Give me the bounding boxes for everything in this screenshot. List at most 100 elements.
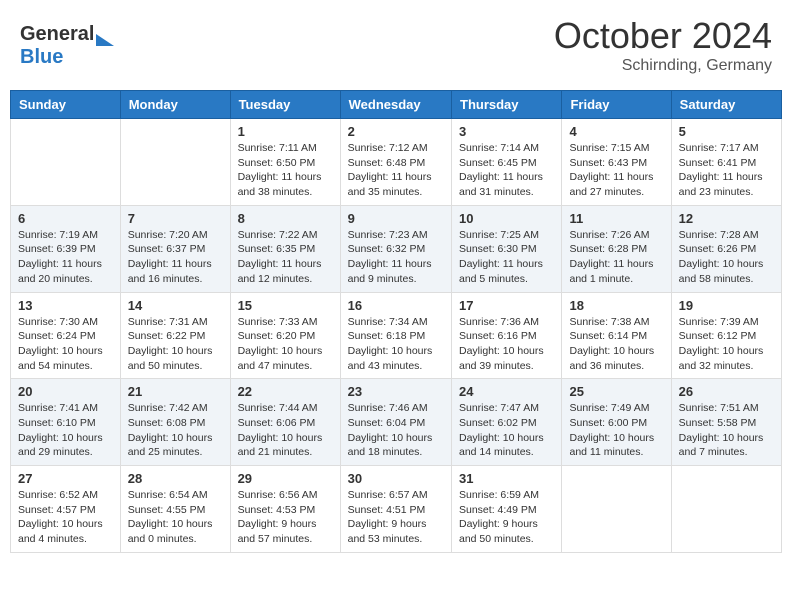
day-number: 26 [679,384,774,399]
title-block: October 2024 Schirnding, Germany [554,15,772,75]
table-row: 21 Sunrise: 7:42 AMSunset: 6:08 PMDaylig… [120,379,230,466]
table-row: 31 Sunrise: 6:59 AMSunset: 4:49 PMDaylig… [452,466,562,553]
calendar-week-row: 6 Sunrise: 7:19 AMSunset: 6:39 PMDayligh… [11,205,782,292]
day-number: 4 [569,124,663,139]
day-number: 30 [348,471,444,486]
table-row: 19 Sunrise: 7:39 AMSunset: 6:12 PMDaylig… [671,292,781,379]
day-info: Sunrise: 7:26 AMSunset: 6:28 PMDaylight:… [569,229,653,285]
day-info: Sunrise: 7:49 AMSunset: 6:00 PMDaylight:… [569,402,654,458]
table-row: 24 Sunrise: 7:47 AMSunset: 6:02 PMDaylig… [452,379,562,466]
month-title: October 2024 [554,15,772,57]
day-info: Sunrise: 7:11 AMSunset: 6:50 PMDaylight:… [238,142,322,198]
calendar-header-row: Sunday Monday Tuesday Wednesday Thursday… [11,91,782,119]
table-row [11,119,121,206]
day-info: Sunrise: 7:38 AMSunset: 6:14 PMDaylight:… [569,316,654,372]
logo-blue: Blue [20,46,63,69]
table-row: 3 Sunrise: 7:14 AMSunset: 6:45 PMDayligh… [452,119,562,206]
day-info: Sunrise: 6:52 AMSunset: 4:57 PMDaylight:… [18,489,103,545]
table-row: 25 Sunrise: 7:49 AMSunset: 6:00 PMDaylig… [562,379,671,466]
day-info: Sunrise: 7:51 AMSunset: 5:58 PMDaylight:… [679,402,764,458]
table-row: 13 Sunrise: 7:30 AMSunset: 6:24 PMDaylig… [11,292,121,379]
day-number: 6 [18,211,113,226]
header: General Blue October 2024 Schirnding, Ge… [10,10,782,80]
table-row: 16 Sunrise: 7:34 AMSunset: 6:18 PMDaylig… [340,292,451,379]
day-number: 3 [459,124,554,139]
day-number: 23 [348,384,444,399]
table-row: 28 Sunrise: 6:54 AMSunset: 4:55 PMDaylig… [120,466,230,553]
logo: General Blue [20,15,114,69]
day-info: Sunrise: 7:25 AMSunset: 6:30 PMDaylight:… [459,229,543,285]
day-info: Sunrise: 7:34 AMSunset: 6:18 PMDaylight:… [348,316,433,372]
col-monday: Monday [120,91,230,119]
day-number: 16 [348,298,444,313]
logo-general: General [20,23,94,46]
day-number: 20 [18,384,113,399]
day-info: Sunrise: 6:57 AMSunset: 4:51 PMDaylight:… [348,489,428,545]
table-row: 18 Sunrise: 7:38 AMSunset: 6:14 PMDaylig… [562,292,671,379]
day-number: 21 [128,384,223,399]
day-number: 27 [18,471,113,486]
col-wednesday: Wednesday [340,91,451,119]
day-info: Sunrise: 7:44 AMSunset: 6:06 PMDaylight:… [238,402,323,458]
day-info: Sunrise: 7:23 AMSunset: 6:32 PMDaylight:… [348,229,432,285]
table-row: 8 Sunrise: 7:22 AMSunset: 6:35 PMDayligh… [230,205,340,292]
location: Schirnding, Germany [554,57,772,75]
table-row [671,466,781,553]
day-number: 1 [238,124,333,139]
col-friday: Friday [562,91,671,119]
logo-arrow-icon [96,34,114,46]
table-row: 12 Sunrise: 7:28 AMSunset: 6:26 PMDaylig… [671,205,781,292]
day-number: 24 [459,384,554,399]
table-row: 2 Sunrise: 7:12 AMSunset: 6:48 PMDayligh… [340,119,451,206]
table-row: 5 Sunrise: 7:17 AMSunset: 6:41 PMDayligh… [671,119,781,206]
day-info: Sunrise: 7:30 AMSunset: 6:24 PMDaylight:… [18,316,103,372]
day-info: Sunrise: 7:17 AMSunset: 6:41 PMDaylight:… [679,142,763,198]
table-row: 22 Sunrise: 7:44 AMSunset: 6:06 PMDaylig… [230,379,340,466]
day-info: Sunrise: 7:12 AMSunset: 6:48 PMDaylight:… [348,142,432,198]
calendar-week-row: 27 Sunrise: 6:52 AMSunset: 4:57 PMDaylig… [11,466,782,553]
day-number: 8 [238,211,333,226]
day-number: 7 [128,211,223,226]
col-sunday: Sunday [11,91,121,119]
day-info: Sunrise: 7:46 AMSunset: 6:04 PMDaylight:… [348,402,433,458]
table-row: 15 Sunrise: 7:33 AMSunset: 6:20 PMDaylig… [230,292,340,379]
day-info: Sunrise: 7:42 AMSunset: 6:08 PMDaylight:… [128,402,213,458]
table-row: 30 Sunrise: 6:57 AMSunset: 4:51 PMDaylig… [340,466,451,553]
calendar-week-row: 1 Sunrise: 7:11 AMSunset: 6:50 PMDayligh… [11,119,782,206]
day-number: 13 [18,298,113,313]
day-info: Sunrise: 7:28 AMSunset: 6:26 PMDaylight:… [679,229,764,285]
day-number: 14 [128,298,223,313]
table-row: 11 Sunrise: 7:26 AMSunset: 6:28 PMDaylig… [562,205,671,292]
table-row: 23 Sunrise: 7:46 AMSunset: 6:04 PMDaylig… [340,379,451,466]
calendar-week-row: 20 Sunrise: 7:41 AMSunset: 6:10 PMDaylig… [11,379,782,466]
day-info: Sunrise: 7:19 AMSunset: 6:39 PMDaylight:… [18,229,102,285]
day-number: 15 [238,298,333,313]
col-thursday: Thursday [452,91,562,119]
table-row: 27 Sunrise: 6:52 AMSunset: 4:57 PMDaylig… [11,466,121,553]
day-number: 9 [348,211,444,226]
table-row [562,466,671,553]
day-number: 28 [128,471,223,486]
calendar-week-row: 13 Sunrise: 7:30 AMSunset: 6:24 PMDaylig… [11,292,782,379]
table-row: 29 Sunrise: 6:56 AMSunset: 4:53 PMDaylig… [230,466,340,553]
table-row: 4 Sunrise: 7:15 AMSunset: 6:43 PMDayligh… [562,119,671,206]
day-info: Sunrise: 6:59 AMSunset: 4:49 PMDaylight:… [459,489,539,545]
table-row: 20 Sunrise: 7:41 AMSunset: 6:10 PMDaylig… [11,379,121,466]
day-info: Sunrise: 7:36 AMSunset: 6:16 PMDaylight:… [459,316,544,372]
day-info: Sunrise: 7:39 AMSunset: 6:12 PMDaylight:… [679,316,764,372]
day-number: 5 [679,124,774,139]
table-row: 6 Sunrise: 7:19 AMSunset: 6:39 PMDayligh… [11,205,121,292]
day-number: 12 [679,211,774,226]
day-number: 19 [679,298,774,313]
day-number: 11 [569,211,663,226]
day-info: Sunrise: 7:14 AMSunset: 6:45 PMDaylight:… [459,142,543,198]
day-info: Sunrise: 7:31 AMSunset: 6:22 PMDaylight:… [128,316,213,372]
table-row: 14 Sunrise: 7:31 AMSunset: 6:22 PMDaylig… [120,292,230,379]
table-row: 26 Sunrise: 7:51 AMSunset: 5:58 PMDaylig… [671,379,781,466]
day-number: 31 [459,471,554,486]
table-row: 17 Sunrise: 7:36 AMSunset: 6:16 PMDaylig… [452,292,562,379]
day-number: 2 [348,124,444,139]
table-row: 7 Sunrise: 7:20 AMSunset: 6:37 PMDayligh… [120,205,230,292]
table-row [120,119,230,206]
day-info: Sunrise: 6:54 AMSunset: 4:55 PMDaylight:… [128,489,213,545]
